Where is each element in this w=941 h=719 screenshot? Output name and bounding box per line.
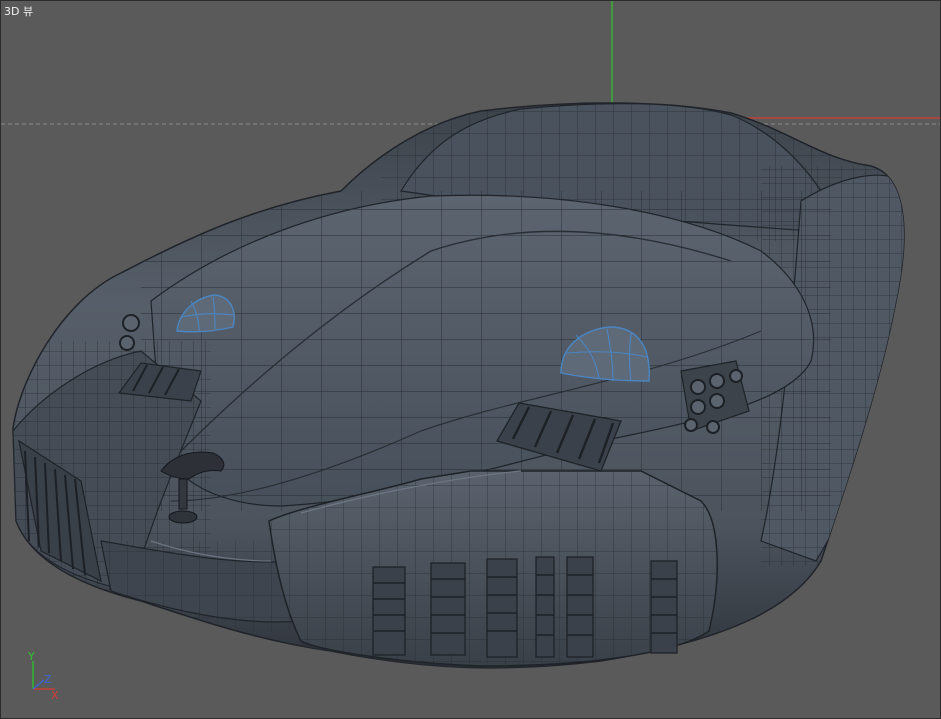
gizmo-y-label: Y xyxy=(27,650,35,663)
gizmo-x-label: X xyxy=(51,689,59,702)
car-mesh[interactable] xyxy=(11,101,911,701)
3d-viewport[interactable]: 3D 뷰 Y Z X xyxy=(0,0,941,719)
gizmo-z-line xyxy=(32,679,45,690)
3d-scene[interactable] xyxy=(1,1,940,718)
axis-gizmo: Y Z X xyxy=(27,650,59,702)
gizmo-z-label: Z xyxy=(44,673,52,686)
